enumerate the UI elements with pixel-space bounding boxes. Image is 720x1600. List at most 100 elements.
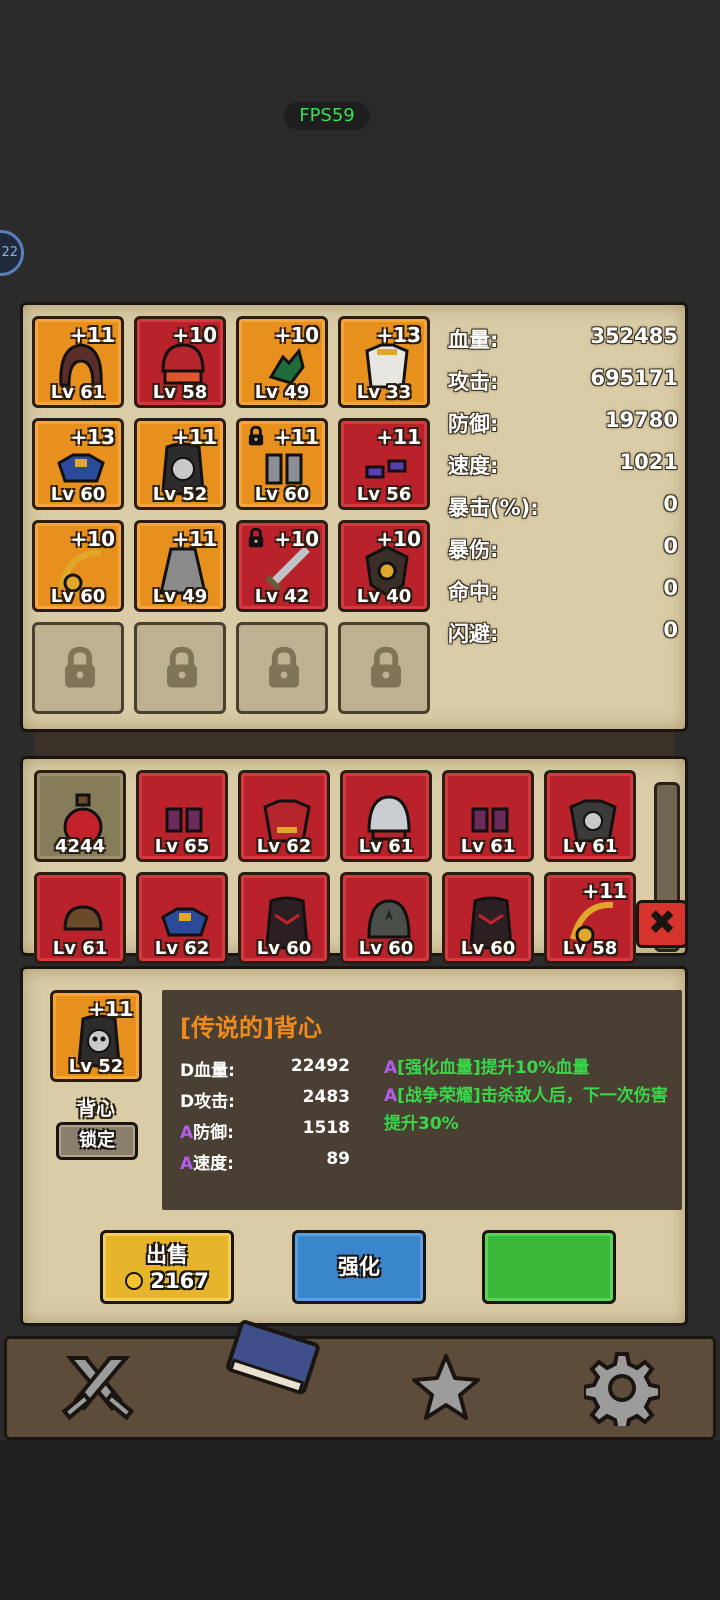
stat-row: 血量: 352485 bbox=[448, 324, 678, 366]
enhance-level: +10 bbox=[70, 527, 115, 551]
green-action-button[interactable] bbox=[482, 1230, 616, 1304]
lock-icon bbox=[269, 646, 299, 688]
inventory-slot[interactable]: Lv 60 bbox=[340, 872, 432, 964]
lock-icon bbox=[248, 425, 264, 446]
attr-value: 1518 bbox=[302, 1118, 350, 1138]
stat-row: 闪避: 0 bbox=[448, 618, 678, 660]
lock-icon bbox=[248, 527, 264, 548]
enhance-button[interactable]: 强化 bbox=[292, 1230, 426, 1304]
inventory-slot[interactable]: +11 Lv 58 bbox=[544, 872, 636, 964]
nav-inventory[interactable] bbox=[220, 1320, 324, 1400]
equipped-slot[interactable]: +11 Lv 56 bbox=[338, 418, 430, 510]
attr-label: 速度: bbox=[193, 1154, 234, 1174]
item-level: Lv 61 bbox=[358, 836, 414, 857]
equipped-slot[interactable]: +10 Lv 60 bbox=[32, 520, 124, 612]
stat-label: 血量: bbox=[448, 328, 499, 352]
close-button[interactable]: ✖ bbox=[636, 900, 688, 948]
inventory-slot[interactable]: Lv 61 bbox=[34, 872, 126, 964]
item-level: Lv 61 bbox=[562, 836, 618, 857]
inventory-slot[interactable]: Lv 60 bbox=[238, 872, 330, 964]
item-level: Lv 60 bbox=[50, 586, 106, 607]
equipped-slot[interactable]: +11 Lv 52 bbox=[134, 418, 226, 510]
sell-button[interactable]: 出售 2167 bbox=[100, 1230, 234, 1304]
stat-label: 防御: bbox=[448, 412, 499, 436]
equipped-slot[interactable]: +11 Lv 61 bbox=[32, 316, 124, 408]
inventory-slot[interactable]: Lv 61 bbox=[442, 770, 534, 862]
locked-slot[interactable] bbox=[236, 622, 328, 714]
item-level: Lv 58 bbox=[562, 938, 618, 959]
item-level: Lv 58 bbox=[152, 382, 208, 403]
item-level: Lv 61 bbox=[50, 382, 106, 403]
star-icon bbox=[412, 1354, 480, 1420]
skill-line: A[战争荣耀]击杀敌人后，下一次伤害提升30% bbox=[384, 1082, 674, 1138]
attr-row: A防御: 1518 bbox=[180, 1118, 350, 1148]
enhance-level: +11 bbox=[172, 527, 217, 551]
attr-label: 攻击: bbox=[194, 1092, 235, 1112]
equipped-slot[interactable]: +13 Lv 33 bbox=[338, 316, 430, 408]
attr-label: 防御: bbox=[193, 1123, 234, 1143]
item-level: Lv 60 bbox=[254, 484, 310, 505]
enhance-level: +11 bbox=[274, 425, 319, 449]
nav-favorites[interactable] bbox=[408, 1350, 484, 1426]
locked-slot[interactable] bbox=[32, 622, 124, 714]
inventory-slot[interactable]: Lv 60 bbox=[442, 872, 534, 964]
detail-item-slot: +11 Lv 52 bbox=[50, 990, 142, 1082]
fps-counter: FPS59 bbox=[284, 102, 370, 130]
equipped-slot[interactable]: +11 Lv 49 bbox=[134, 520, 226, 612]
lock-icon bbox=[371, 646, 401, 688]
enhance-level: +11 bbox=[172, 425, 217, 449]
attr-grade: A bbox=[180, 1123, 194, 1143]
stat-row: 速度: 1021 bbox=[448, 450, 678, 492]
equipped-slot[interactable]: +10 Lv 49 bbox=[236, 316, 328, 408]
skill-grade: A bbox=[384, 1058, 398, 1078]
skill-grade: A bbox=[384, 1086, 398, 1106]
equipped-slot[interactable]: +13 Lv 60 bbox=[32, 418, 124, 510]
item-level: Lv 49 bbox=[152, 586, 208, 607]
item-level: Lv 60 bbox=[256, 938, 312, 959]
enhance-level: +13 bbox=[376, 323, 421, 347]
gear-icon bbox=[582, 1352, 662, 1432]
stat-value: 695171 bbox=[590, 366, 678, 390]
attr-grade: D bbox=[180, 1092, 195, 1112]
item-title: [传说的]背心 bbox=[180, 1014, 322, 1042]
stats-panel: 血量: 352485 攻击: 695171 防御: 19780 速度: 1021 暴击(… bbox=[448, 324, 678, 660]
bottom-area bbox=[0, 1440, 720, 1600]
stat-row: 命中: 0 bbox=[448, 576, 678, 618]
stat-value: 352485 bbox=[590, 324, 678, 348]
item-level: Lv 60 bbox=[358, 938, 414, 959]
stat-label: 暴伤: bbox=[448, 538, 499, 562]
locked-slot[interactable] bbox=[134, 622, 226, 714]
equipped-slot[interactable]: +11 Lv 60 bbox=[236, 418, 328, 510]
locked-slot[interactable] bbox=[338, 622, 430, 714]
attr-value: 89 bbox=[326, 1149, 350, 1169]
status-bar-area: FPS59 bbox=[0, 0, 720, 158]
stat-value: 19780 bbox=[604, 408, 678, 432]
item-level: Lv 62 bbox=[256, 836, 312, 857]
equipped-slot[interactable]: +10 Lv 40 bbox=[338, 520, 430, 612]
stat-label: 命中: bbox=[448, 580, 499, 604]
nav-battle[interactable] bbox=[56, 1350, 140, 1426]
inventory-slot[interactable]: Lv 62 bbox=[238, 770, 330, 862]
crossed-swords-icon bbox=[61, 1356, 135, 1421]
sell-label: 出售 bbox=[146, 1243, 188, 1267]
inventory-slot[interactable]: 4244 bbox=[34, 770, 126, 862]
attr-grade: D bbox=[180, 1061, 195, 1081]
equipped-slot[interactable]: +10 Lv 42 bbox=[236, 520, 328, 612]
inventory-slot[interactable]: Lv 62 bbox=[136, 872, 228, 964]
enhance-level: +11 bbox=[376, 425, 421, 449]
item-level: Lv 60 bbox=[460, 938, 516, 959]
attr-row: D攻击: 2483 bbox=[180, 1087, 350, 1117]
item-level: Lv 60 bbox=[50, 484, 106, 505]
enhance-level: +10 bbox=[376, 527, 421, 551]
inventory-slot[interactable]: Lv 65 bbox=[136, 770, 228, 862]
item-level: Lv 42 bbox=[254, 586, 310, 607]
lock-button[interactable]: 锁定 bbox=[56, 1122, 138, 1160]
item-level: Lv 61 bbox=[52, 938, 108, 959]
panel-tab-strip bbox=[34, 732, 674, 758]
inventory-slot[interactable]: Lv 61 bbox=[544, 770, 636, 862]
enhance-level: +10 bbox=[274, 323, 319, 347]
inventory-slot[interactable]: Lv 61 bbox=[340, 770, 432, 862]
equipped-slot[interactable]: +10 Lv 58 bbox=[134, 316, 226, 408]
nav-settings[interactable] bbox=[582, 1350, 662, 1432]
stat-label: 闪避: bbox=[448, 622, 499, 646]
